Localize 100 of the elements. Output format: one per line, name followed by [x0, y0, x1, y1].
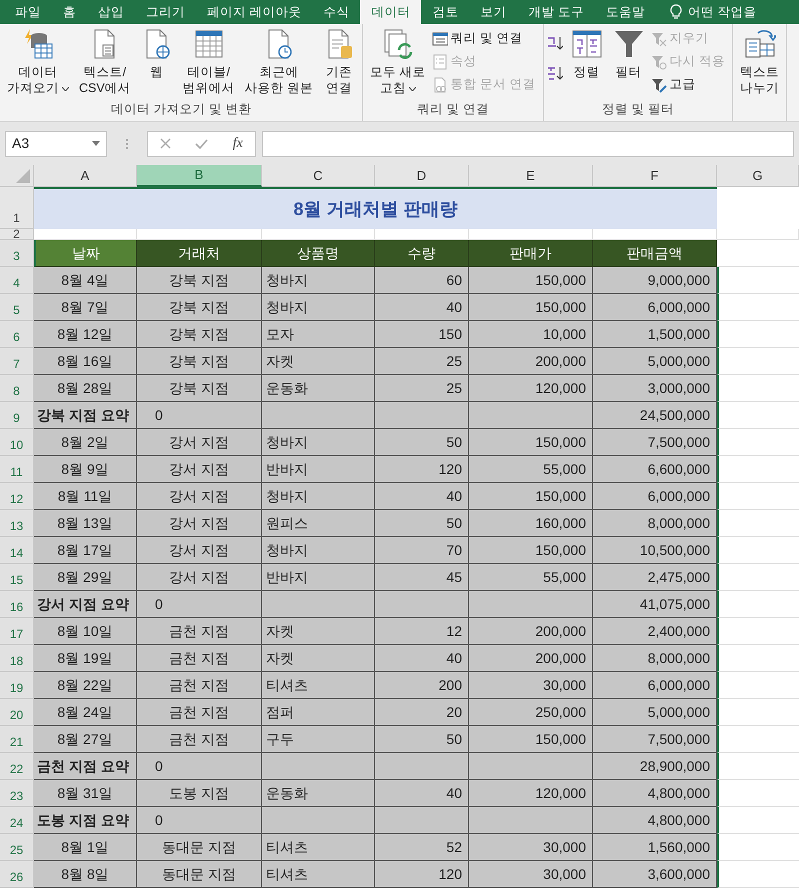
- row-header[interactable]: 21: [0, 726, 34, 753]
- row-header[interactable]: 8: [0, 375, 34, 402]
- checkmark-icon[interactable]: [195, 138, 208, 148]
- table-cell: 200,000: [469, 645, 593, 672]
- select-all-icon[interactable]: [16, 169, 30, 183]
- table-icon: [192, 28, 225, 60]
- row-header[interactable]: 7: [0, 348, 34, 375]
- ribbon-button[interactable]: 고급: [650, 74, 726, 95]
- row-header[interactable]: 2: [0, 229, 34, 240]
- cancel-icon[interactable]: [160, 138, 172, 149]
- ribbon-button[interactable]: 최근에 사용한 원본: [240, 28, 318, 100]
- table-cell: 45: [375, 564, 469, 591]
- formula-input[interactable]: [262, 130, 794, 156]
- ribbon-button[interactable]: 텍스트/ CSV에서: [75, 28, 135, 100]
- name-box[interactable]: A3: [5, 130, 107, 156]
- sheet-title: 8월 거래처별 판매량: [293, 198, 458, 220]
- ribbon-tab[interactable]: 삽입: [87, 0, 135, 24]
- ribbon-button[interactable]: 테이블/ 범위에서: [178, 28, 239, 100]
- table-cell: 70: [375, 537, 469, 564]
- row-header[interactable]: 10: [0, 429, 34, 456]
- row-header[interactable]: 17: [0, 618, 34, 645]
- row-header[interactable]: 1: [0, 187, 34, 229]
- row-header[interactable]: 26: [0, 861, 34, 888]
- column-header[interactable]: E: [469, 165, 593, 187]
- row-header[interactable]: 24: [0, 807, 34, 834]
- table-cell: 자켓: [262, 348, 375, 375]
- table-cell: 40: [375, 645, 469, 672]
- lightbulb-icon: [670, 4, 682, 20]
- row-header[interactable]: 12: [0, 483, 34, 510]
- ribbon-button[interactable]: 쿼리 및 연결: [432, 28, 536, 49]
- column-header[interactable]: A: [34, 165, 137, 187]
- ribbon-button[interactable]: 텍스트 나누기: [736, 28, 784, 100]
- group-label: 쿼리 및 연결: [416, 102, 489, 116]
- ribbon-tab[interactable]: 도움말: [594, 0, 656, 24]
- row-header[interactable]: 15: [0, 564, 34, 591]
- clear-filter-icon: [650, 30, 667, 46]
- table-cell: 50: [375, 726, 469, 753]
- column-header[interactable]: B: [137, 165, 262, 187]
- column-header[interactable]: C: [262, 165, 375, 187]
- row-header[interactable]: 19: [0, 672, 34, 699]
- column-header[interactable]: G: [717, 165, 799, 187]
- ribbon-button[interactable]: 기존 연결: [319, 28, 360, 100]
- ribbon-button[interactable]: 데이터 가져오기: [3, 28, 73, 100]
- header-cell: 날짜: [34, 240, 137, 267]
- row-header[interactable]: 14: [0, 537, 34, 564]
- table-cell: 8월 19일: [34, 645, 137, 672]
- ribbon-tab[interactable]: 개발 도구: [517, 0, 595, 24]
- row-header[interactable]: 11: [0, 456, 34, 483]
- row-header[interactable]: 4: [0, 267, 34, 294]
- row-header[interactable]: 20: [0, 699, 34, 726]
- table-cell: 55,000: [469, 456, 593, 483]
- ribbon-tab[interactable]: 보기: [469, 0, 518, 24]
- table-cell: 12: [375, 618, 469, 645]
- ribbon-tab[interactable]: 홈: [52, 0, 87, 24]
- row-header[interactable]: 5: [0, 294, 34, 321]
- table-cell: 도봉 지점 요약: [34, 807, 137, 834]
- row-header[interactable]: 25: [0, 834, 34, 861]
- table-cell: 자켓: [262, 618, 375, 645]
- row-header[interactable]: 13: [0, 510, 34, 537]
- row-header[interactable]: 3: [0, 240, 34, 267]
- header-cell: 상품명: [262, 240, 375, 267]
- table-cell: 8월 28일: [34, 375, 137, 402]
- ribbon-tab[interactable]: 페이지 레이아웃: [196, 0, 312, 24]
- ribbon-button[interactable]: 정렬: [566, 28, 607, 100]
- table-cell: 8월 8일: [34, 861, 137, 888]
- row-header[interactable]: 16: [0, 591, 34, 618]
- ribbon-button[interactable]: 모두 새로 고침: [366, 28, 430, 100]
- table-cell: 청바지: [262, 483, 375, 510]
- reapply-filter-icon: [650, 54, 667, 70]
- ribbon-tab[interactable]: 데이터: [360, 0, 422, 24]
- row-header[interactable]: 22: [0, 753, 34, 780]
- table-cell: 30,000: [469, 672, 593, 699]
- insert-function-button[interactable]: fx: [232, 133, 243, 154]
- ribbon-button[interactable]: 웹: [136, 28, 177, 100]
- link-document-icon: [432, 76, 448, 92]
- ribbon-tab[interactable]: 그리기: [135, 0, 196, 24]
- table-cell: 5,000,000: [593, 699, 717, 726]
- table-cell: 반바지: [262, 564, 375, 591]
- table-cell: 0: [137, 753, 262, 780]
- table-cell: 1,560,000: [593, 834, 717, 861]
- sort-descending-icon[interactable]: [546, 65, 563, 81]
- row-header[interactable]: 6: [0, 321, 34, 348]
- row-header[interactable]: 18: [0, 645, 34, 672]
- tell-me-search[interactable]: 어떤 작업을: [688, 2, 756, 22]
- table-cell: 8월 22일: [34, 672, 137, 699]
- table-cell: 동대문 지점: [137, 834, 262, 861]
- column-header[interactable]: D: [375, 165, 469, 187]
- table-cell: 티셔츠: [262, 672, 375, 699]
- column-header[interactable]: F: [593, 165, 717, 187]
- ribbon-tab[interactable]: 검토: [421, 0, 470, 24]
- table-cell: 60: [375, 267, 469, 294]
- ribbon-button[interactable]: 필터: [608, 28, 649, 100]
- table-cell: 30,000: [469, 834, 593, 861]
- table-cell: 10,500,000: [593, 537, 717, 564]
- ribbon-tab[interactable]: 파일: [4, 0, 52, 24]
- row-header[interactable]: 9: [0, 402, 34, 429]
- sort-ascending-icon[interactable]: [546, 35, 563, 51]
- ribbon-tab[interactable]: 수식: [312, 0, 360, 24]
- row-header[interactable]: 23: [0, 780, 34, 807]
- table-cell: 150: [375, 321, 469, 348]
